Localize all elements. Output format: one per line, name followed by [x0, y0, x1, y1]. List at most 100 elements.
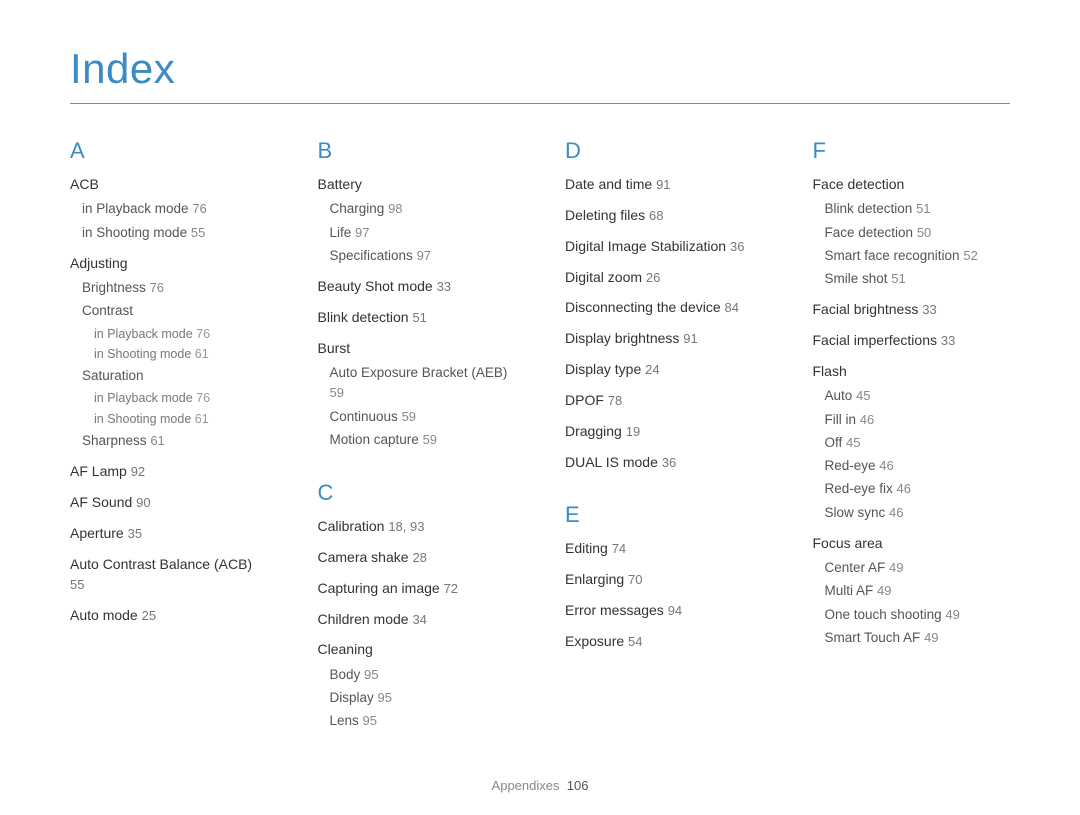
index-entry[interactable]: Specifications 97	[330, 246, 516, 266]
index-entry[interactable]: Auto 45	[825, 386, 1011, 406]
page-ref: 33	[437, 279, 451, 294]
index-entry[interactable]: Error messages 94	[565, 600, 763, 621]
index-entry[interactable]: Display type 24	[565, 359, 763, 380]
index-entry[interactable]: Calibration 18, 93	[318, 516, 516, 537]
index-entry[interactable]: Editing 74	[565, 538, 763, 559]
index-entry[interactable]: Auto Exposure Bracket (AEB) 59	[330, 363, 516, 404]
page-ref: 36	[730, 239, 744, 254]
page-ref: 18, 93	[388, 519, 424, 534]
page-ref: 59	[402, 409, 416, 424]
index-entry[interactable]: Sharpness 61	[82, 431, 268, 451]
index-entry[interactable]: Contrast	[82, 301, 268, 321]
index-entry[interactable]: in Shooting mode 61	[94, 410, 268, 429]
index-entry[interactable]: DUAL IS mode 36	[565, 452, 763, 473]
page-ref: 33	[941, 333, 955, 348]
index-entry[interactable]: Red-eye 46	[825, 456, 1011, 476]
index-entry[interactable]: Flash	[813, 361, 1011, 381]
page-ref: 74	[612, 541, 626, 556]
page-ref: 91	[656, 177, 670, 192]
index-entry[interactable]: in Playback mode 76	[82, 199, 268, 219]
index-entry[interactable]: in Shooting mode 55	[82, 223, 268, 243]
index-column: FFace detectionBlink detection 51Face de…	[813, 132, 1011, 755]
index-entry[interactable]: Battery	[318, 174, 516, 194]
index-entry[interactable]: Lens 95	[330, 711, 516, 731]
page-ref: 95	[378, 690, 392, 705]
index-entry[interactable]: AF Lamp 92	[70, 461, 268, 482]
page-ref: 45	[846, 435, 860, 450]
page-ref: 46	[897, 481, 911, 496]
index-entry[interactable]: Burst	[318, 338, 516, 358]
index-entry[interactable]: Exposure 54	[565, 631, 763, 652]
index-entry[interactable]: Deleting files 68	[565, 205, 763, 226]
index-entry[interactable]: Continuous 59	[330, 407, 516, 427]
page-ref: 55	[191, 225, 205, 240]
index-entry[interactable]: Date and time 91	[565, 174, 763, 195]
index-entry[interactable]: Face detection	[813, 174, 1011, 194]
index-entry[interactable]: Smart face recognition 52	[825, 246, 1011, 266]
index-entry[interactable]: AF Sound 90	[70, 492, 268, 513]
page-ref: 70	[628, 572, 642, 587]
index-entry[interactable]: Saturation	[82, 366, 268, 386]
index-entry[interactable]: Charging 98	[330, 199, 516, 219]
index-letter: D	[565, 138, 763, 164]
index-entry[interactable]: Auto mode 25	[70, 605, 268, 626]
index-entry[interactable]: Focus area	[813, 533, 1011, 553]
index-entry[interactable]: Digital Image Stabilization 36	[565, 236, 763, 257]
index-entry[interactable]: in Playback mode 76	[94, 325, 268, 344]
index-entry[interactable]: Smart Touch AF 49	[825, 628, 1011, 648]
index-column: BBatteryCharging 98Life 97Specifications…	[318, 132, 516, 755]
index-entry[interactable]: Disconnecting the device 84	[565, 297, 763, 318]
index-entry[interactable]: Enlarging 70	[565, 569, 763, 590]
index-entry[interactable]: Fill in 46	[825, 410, 1011, 430]
index-entry[interactable]: Face detection 50	[825, 223, 1011, 243]
index-entry[interactable]: in Playback mode 76	[94, 389, 268, 408]
index-entry[interactable]: Dragging 19	[565, 421, 763, 442]
index-entry[interactable]: Facial brightness 33	[813, 299, 1011, 320]
index-entry[interactable]: Blink detection 51	[318, 307, 516, 328]
index-entry[interactable]: Facial imperfections 33	[813, 330, 1011, 351]
index-entry[interactable]: Beauty Shot mode 33	[318, 276, 516, 297]
index-entry[interactable]: Display brightness 91	[565, 328, 763, 349]
page-ref: 26	[646, 270, 660, 285]
index-entry[interactable]: Digital zoom 26	[565, 267, 763, 288]
page-ref: 92	[131, 464, 145, 479]
page-ref: 25	[142, 608, 156, 623]
index-entry[interactable]: DPOF 78	[565, 390, 763, 411]
page-ref: 34	[412, 612, 426, 627]
page-ref: 76	[192, 201, 206, 216]
page-ref: 51	[412, 310, 426, 325]
index-entry[interactable]: Slow sync 46	[825, 503, 1011, 523]
index-entry[interactable]: Camera shake 28	[318, 547, 516, 568]
index-entry[interactable]: Center AF 49	[825, 558, 1011, 578]
index-entry[interactable]: Brightness 76	[82, 278, 268, 298]
index-entry[interactable]: Cleaning	[318, 639, 516, 659]
index-entry[interactable]: Aperture 35	[70, 523, 268, 544]
page-ref: 76	[196, 327, 210, 341]
index-entry[interactable]: Multi AF 49	[825, 581, 1011, 601]
index-entry[interactable]: Display 95	[330, 688, 516, 708]
index-entry[interactable]: Smile shot 51	[825, 269, 1011, 289]
index-entry[interactable]: Off 45	[825, 433, 1011, 453]
page-ref: 54	[628, 634, 642, 649]
index-entry[interactable]: ACB	[70, 174, 268, 194]
page-ref: 68	[649, 208, 663, 223]
index-entry[interactable]: Red-eye fix 46	[825, 479, 1011, 499]
page-ref: 49	[924, 630, 938, 645]
page-ref: 84	[725, 300, 739, 315]
page-ref: 46	[879, 458, 893, 473]
index-entry[interactable]: Life 97	[330, 223, 516, 243]
index-entry[interactable]: Blink detection 51	[825, 199, 1011, 219]
index-entry[interactable]: in Shooting mode 61	[94, 345, 268, 364]
page-ref: 55	[70, 577, 84, 592]
index-entry[interactable]: Motion capture 59	[330, 430, 516, 450]
page-ref: 61	[195, 347, 209, 361]
index-entry[interactable]: Children mode 34	[318, 609, 516, 630]
page-ref: 52	[963, 248, 977, 263]
index-entry[interactable]: Adjusting	[70, 253, 268, 273]
page-ref: 95	[363, 713, 377, 728]
index-entry[interactable]: Capturing an image 72	[318, 578, 516, 599]
index-entry[interactable]: Body 95	[330, 665, 516, 685]
page-ref: 98	[388, 201, 402, 216]
index-entry[interactable]: One touch shooting 49	[825, 605, 1011, 625]
index-entry[interactable]: Auto Contrast Balance (ACB) 55	[70, 554, 268, 595]
